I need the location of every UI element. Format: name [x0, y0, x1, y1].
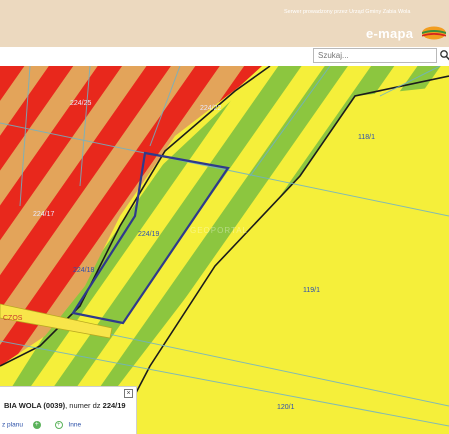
parcel-label: 119/1 [303, 287, 320, 294]
parcel-label: 224/22 [200, 105, 222, 112]
header-bar: Serwer prowadzony przez Urząd Gminy Zabi… [0, 0, 449, 47]
expand-other-icon[interactable]: + [54, 421, 63, 429]
parcel-info-popup: × BIA WOLA (0039), numer dz 224/19 z pla… [0, 386, 137, 434]
popup-title: BIA WOLA (0039), numer dz 224/19 [4, 401, 126, 410]
parcel-label: 224/18 [73, 267, 95, 274]
close-icon[interactable]: × [124, 389, 133, 398]
parcel-label: 224/25 [70, 100, 92, 107]
expand-plan-icon[interactable]: + [32, 421, 41, 429]
search-icon[interactable] [439, 48, 449, 63]
road-label: CZOS [3, 315, 23, 322]
parcel-label: 224/17 [33, 211, 55, 218]
parcel-label: 118/1 [358, 134, 375, 141]
emapa-logo-text: e-mapa [366, 26, 414, 41]
map-watermark: GEOPORTAL [190, 226, 248, 235]
map-canvas[interactable]: CZOS 224/25 224/22 224/17 224/19 224/18 … [0, 66, 449, 433]
popup-links: z planu + + Inne [2, 421, 81, 429]
server-info-text: Serwer prowadzony przez Urząd Gminy Zabi… [284, 9, 411, 15]
popup-title-prefix: BIA WOLA (0039) [4, 401, 66, 410]
parcel-label: 224/19 [138, 231, 160, 238]
popup-title-label: , numer dz [65, 401, 101, 410]
link-plan[interactable]: z planu [2, 422, 23, 429]
emapa-logo-icon [422, 26, 446, 40]
popup-parcel-number: 224/19 [102, 401, 126, 410]
link-other[interactable]: Inne [68, 422, 81, 429]
parcel-label: 120/1 [277, 404, 295, 411]
search-input[interactable] [313, 48, 437, 63]
